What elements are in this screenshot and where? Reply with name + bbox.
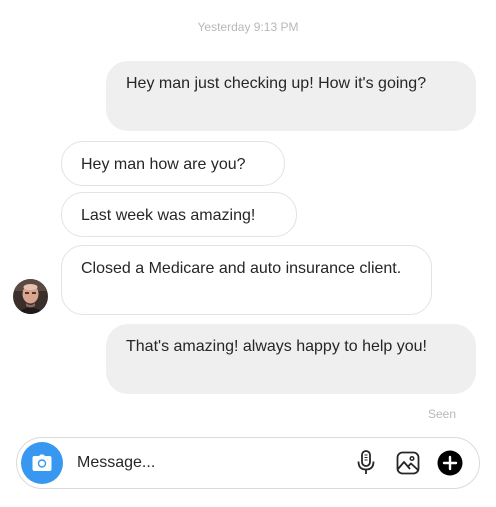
camera-icon bbox=[32, 454, 52, 471]
plus-icon bbox=[437, 450, 463, 476]
image-icon bbox=[396, 451, 420, 475]
avatar-photo bbox=[13, 279, 48, 314]
thread-timestamp: Yesterday 9:13 PM bbox=[197, 20, 299, 34]
voice-message-button[interactable] bbox=[353, 450, 379, 476]
message-bubble-incoming[interactable]: Closed a Medicare and auto insurance cli… bbox=[61, 245, 432, 315]
microphone-icon bbox=[357, 450, 375, 474]
message-composer bbox=[16, 437, 480, 489]
message-input[interactable] bbox=[77, 451, 337, 475]
message-bubble-outgoing[interactable]: That's amazing! always happy to help you… bbox=[106, 324, 476, 394]
more-options-button[interactable] bbox=[437, 450, 463, 476]
avatar[interactable] bbox=[13, 279, 48, 314]
gallery-button[interactable] bbox=[395, 450, 421, 476]
message-bubble-incoming[interactable]: Hey man how are you? bbox=[61, 141, 285, 186]
message-bubble-incoming[interactable]: Last week was amazing! bbox=[61, 192, 297, 237]
camera-button[interactable] bbox=[21, 442, 63, 484]
seen-indicator: Seen bbox=[427, 407, 456, 421]
message-bubble-outgoing[interactable]: Hey man just checking up! How it's going… bbox=[106, 61, 476, 131]
